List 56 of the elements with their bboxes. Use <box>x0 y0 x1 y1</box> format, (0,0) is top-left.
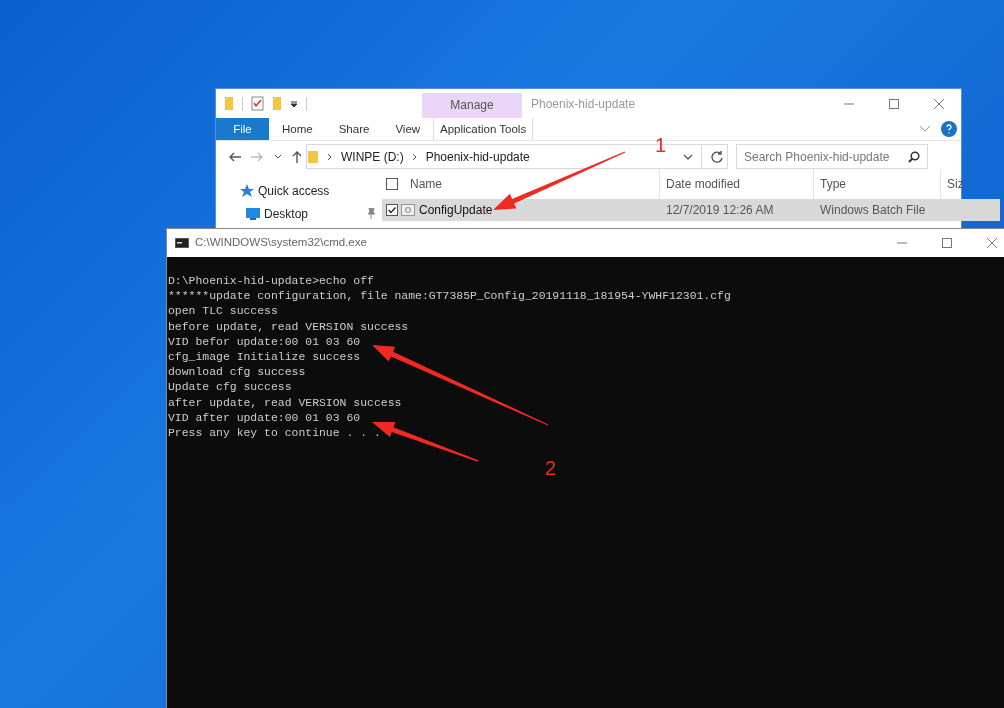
dropdown-icon[interactable] <box>683 153 693 160</box>
column-header[interactable]: Type <box>820 175 846 193</box>
back-icon[interactable] <box>228 151 241 162</box>
console-line: VID after update:00 01 03 60 <box>168 409 362 426</box>
star-icon <box>240 184 254 197</box>
file-row[interactable]: ConfigUpdate 12/7/2019 12:26 AM Windows Batch File <box>382 199 1000 221</box>
console-line: open TLC success <box>168 303 279 319</box>
chevron-down-icon[interactable] <box>919 125 931 133</box>
close-icon[interactable] <box>986 238 997 248</box>
maximize-icon[interactable] <box>941 238 952 248</box>
maximize-icon[interactable] <box>888 98 899 109</box>
file-name[interactable]: ConfigUpdate <box>419 201 493 219</box>
nav-item[interactable]: Quick access <box>258 181 330 200</box>
up-icon[interactable] <box>292 150 302 163</box>
console-line: after update, read VERSION success <box>168 394 403 410</box>
help-icon[interactable] <box>941 121 957 137</box>
dropdown-icon[interactable] <box>290 99 298 108</box>
nav-item[interactable]: Desktop <box>264 204 309 223</box>
table-cell-text: Windows Batch File <box>820 202 926 219</box>
column-header[interactable]: Name <box>410 175 442 193</box>
checkbox[interactable] <box>386 204 398 216</box>
console-icon <box>175 238 189 248</box>
search-field[interactable]: Search Phoenix-hid-update <box>736 144 928 169</box>
table-cell-text: 12/7/2019 12:26 AM <box>666 202 774 219</box>
file-menu-tab[interactable]: File <box>216 118 269 140</box>
ribbon-tab[interactable]: View <box>382 118 434 140</box>
column-header[interactable]: Date modified <box>666 175 741 193</box>
folder-icon <box>307 149 319 164</box>
ribbon-group-label: Manage <box>422 93 522 118</box>
desktop-icon <box>246 207 260 220</box>
console-line: before update, read VERSION success <box>168 318 410 334</box>
dropdown-icon[interactable] <box>274 153 282 160</box>
console-line: cfg_image Initialize success <box>168 349 362 365</box>
console-line: Update cfg success <box>168 379 293 395</box>
checkbox[interactable] <box>386 178 398 190</box>
console-line: Press any key to continue . . . <box>168 425 382 441</box>
ribbon-tab[interactable]: Home <box>269 118 326 140</box>
properties-icon[interactable] <box>251 96 264 111</box>
refresh-icon[interactable] <box>710 150 723 163</box>
window-title: Phoenix-hid-update <box>530 95 637 113</box>
chevron-right-icon <box>327 152 333 161</box>
annotation-number: 2 <box>545 458 557 478</box>
placeholder: Search Phoenix-hid-update <box>744 148 891 166</box>
breadcrumb-item[interactable]: WINPE (D:) <box>341 147 404 166</box>
console-line: download cfg success <box>168 364 307 380</box>
pin-icon <box>366 208 376 219</box>
console-line: VID befor update:00 01 03 60 <box>168 333 362 349</box>
window-title: C:\WINDOWS\system32\cmd.exe <box>195 235 368 251</box>
batch-file-icon <box>401 204 415 216</box>
chevron-right-icon <box>411 152 418 161</box>
breadcrumb-item[interactable]: Phoenix-hid-update <box>425 147 530 166</box>
ribbon-tab[interactable]: Share <box>325 118 383 140</box>
close-icon[interactable] <box>933 98 944 109</box>
console-line: D:\Phoenix-hid-update>echo off <box>168 273 375 289</box>
console-line: ******update configuration, file name:GT7385P_Config_20191118_181954-YWHF12301.cfg <box>168 288 732 304</box>
search-icon[interactable] <box>908 150 920 163</box>
